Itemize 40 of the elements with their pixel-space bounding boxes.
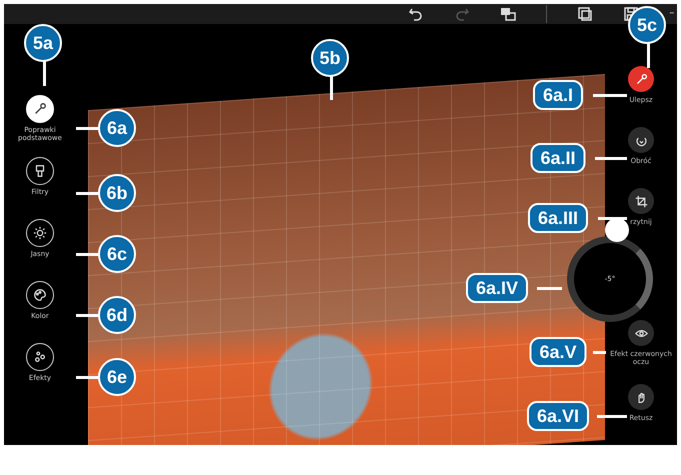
leader-line [43,61,46,86]
wand-icon [33,102,47,116]
effects-tool-button[interactable] [26,343,54,371]
save-copy-icon[interactable] [577,6,593,22]
sun-icon [33,226,47,240]
leader-line [330,76,333,100]
rotate-button[interactable] [628,127,654,153]
sun-tool-button[interactable] [26,219,54,247]
leader-line [593,94,627,96]
palette-icon [33,288,47,302]
wand-icon [634,72,648,86]
retouch-button[interactable] [628,384,654,410]
enhance-button[interactable] [628,66,654,92]
leader-line [76,192,99,194]
more-button[interactable]: ··· [669,9,677,19]
leader-line [595,156,627,160]
wand-tool-button[interactable] [26,95,54,123]
leader-line [76,314,99,316]
leader-line [597,414,627,418]
crop-icon [634,194,648,208]
leader-line [76,252,99,256]
effects-icon [33,350,47,364]
callout-label: 6a.III [528,203,588,233]
filter-tool-button[interactable] [26,157,54,185]
leader-line [537,286,562,290]
callout-label: 6a.VI [526,401,590,431]
leader-line [76,126,99,130]
callout-label: 6a.I [532,80,584,110]
callout-label: 6a.II [530,143,586,173]
leader-line [647,43,650,68]
palette-tool-button[interactable] [26,281,54,309]
callout-label: 6a.V [529,337,587,367]
leader-line [598,216,627,220]
leader-line [76,376,99,378]
crop-button[interactable] [628,188,654,214]
eye-button[interactable] [628,320,654,346]
compare-icon[interactable] [500,6,516,22]
callout-label: 6a.IV [466,273,528,303]
filter-icon [33,164,47,178]
undo-icon[interactable] [408,6,424,22]
